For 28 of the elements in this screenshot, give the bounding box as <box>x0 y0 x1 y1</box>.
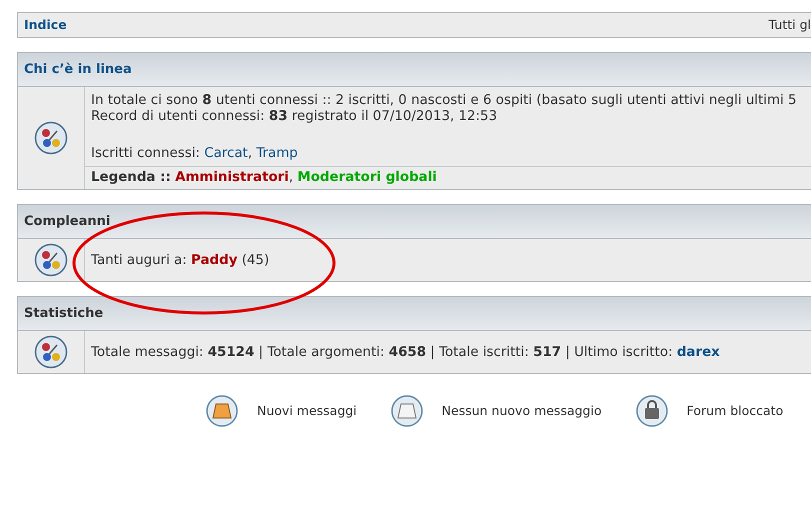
users-online-icon <box>34 243 68 277</box>
legend-label: Forum bloccato <box>686 402 784 420</box>
info-text: (45) <box>242 253 270 268</box>
users-online-icon <box>34 335 68 369</box>
info-text: Totale messaggi: 45124 | Totale argomenti: 4658 | Totale iscritti: 517 | Ultimo iscritto: <box>91 345 673 360</box>
info-text: , <box>248 146 252 161</box>
panel-title: Statistiche <box>24 304 104 323</box>
info-text: In totale ci sono 8 utenti connessi :: 2 iscritti, 0 nascosti e 6 ospiti (basato sugli utenti attivi negli ultimi 5 <box>91 93 797 108</box>
user-link[interactable]: Paddy <box>191 253 238 268</box>
lock-icon <box>634 394 669 428</box>
user-link[interactable]: Tramp <box>256 146 298 161</box>
panel-title: Chi c’è in linea <box>24 60 132 79</box>
legend-label: Nessun nuovo messaggio <box>442 402 602 420</box>
home-link[interactable]: Indice <box>24 16 67 34</box>
info-text: Record di utenti connessi: 83 registrato il 07/10/2013, 12:53 <box>91 109 498 124</box>
users-online-icon <box>34 121 68 155</box>
info-text: Tanti auguri a: <box>91 253 187 268</box>
user-link[interactable]: Carcat <box>204 146 248 161</box>
info-text: Legenda :: <box>91 170 171 185</box>
top-bar-text: Tutti gl <box>768 16 811 34</box>
info-text: Iscritti connessi: <box>91 146 200 161</box>
topic-icon <box>205 394 239 428</box>
panel-title: Compleanni <box>24 212 110 231</box>
topic-icon <box>390 394 424 428</box>
legend-label: Nuovi messaggi <box>257 402 357 420</box>
user-link[interactable]: Amministratori <box>175 170 289 185</box>
user-link[interactable]: darex <box>676 345 720 360</box>
info-text: , <box>288 170 294 185</box>
